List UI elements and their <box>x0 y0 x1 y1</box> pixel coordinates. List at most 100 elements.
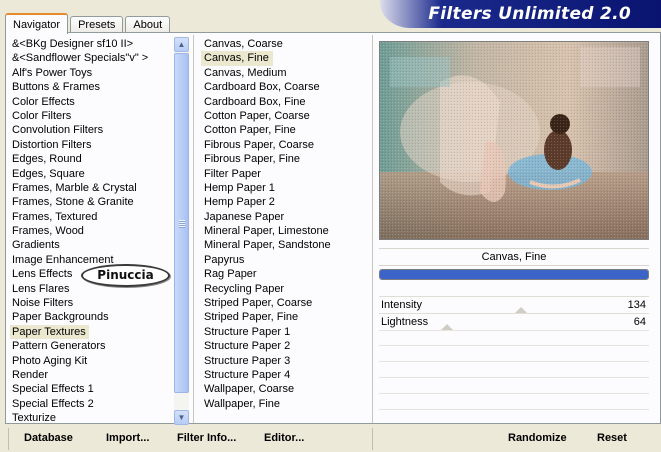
filter-item[interactable]: Filter Paper <box>201 167 366 181</box>
current-filter-name: Canvas, Fine <box>379 248 649 266</box>
filter-label: Striped Paper, Fine <box>204 311 299 324</box>
filter-item[interactable]: Fibrous Paper, Coarse <box>201 138 366 152</box>
param-slider-intensity[interactable]: Intensity 134 <box>379 296 649 313</box>
filter-label: Striped Paper, Coarse <box>204 297 313 310</box>
category-item[interactable]: &<BKg Designer sf10 II> <box>10 37 174 51</box>
category-item[interactable]: Photo Aging Kit <box>10 354 174 368</box>
tab-presets[interactable]: Presets <box>70 16 124 33</box>
filter-item[interactable]: Papyrus <box>201 253 366 267</box>
category-label: Alf's Power Toys <box>12 66 93 79</box>
category-item[interactable]: Color Filters <box>10 109 174 123</box>
category-item[interactable]: Distortion Filters <box>10 138 174 152</box>
category-label: Frames, Textured <box>12 210 98 223</box>
category-item[interactable]: Frames, Stone & Granite <box>10 195 174 209</box>
filter-label: Cardboard Box, Fine <box>204 95 306 108</box>
import-button[interactable]: Import... <box>106 432 149 444</box>
category-item[interactable]: Color Effects <box>10 95 174 109</box>
filter-item[interactable]: Wallpaper, Coarse <box>201 382 366 396</box>
category-item[interactable]: Frames, Wood <box>10 224 174 238</box>
category-item[interactable]: Noise Filters <box>10 296 174 310</box>
scroll-up-button[interactable]: ▲ <box>174 37 189 52</box>
category-label: Edges, Round <box>12 153 82 166</box>
param-slider-empty <box>379 377 649 394</box>
filter-item[interactable]: Structure Paper 1 <box>201 325 366 339</box>
category-label: Gradients <box>12 239 60 252</box>
filter-item[interactable]: Canvas, Medium <box>201 66 366 80</box>
category-item[interactable]: Frames, Marble & Crystal <box>10 181 174 195</box>
filter-item[interactable]: Striped Paper, Fine <box>201 310 366 324</box>
filter-item[interactable]: Recycling Paper <box>201 282 366 296</box>
database-button[interactable]: Database <box>24 432 73 444</box>
category-label: Special Effects 2 <box>12 397 94 410</box>
filter-label: Wallpaper, Coarse <box>204 383 295 396</box>
category-list[interactable]: &<BKg Designer sf10 II> &<Sandflower Spec… <box>10 37 174 425</box>
app-banner: Filters Unlimited 2.0 <box>380 0 661 28</box>
filter-info-button[interactable]: Filter Info... <box>177 432 236 444</box>
filter-label: Papyrus <box>204 253 245 266</box>
category-item[interactable]: Special Effects 2 <box>10 397 174 411</box>
filter-item[interactable]: Structure Paper 2 <box>201 339 366 353</box>
filter-item[interactable]: Rag Paper <box>201 267 366 281</box>
filter-item[interactable]: Canvas, Fine <box>201 51 366 66</box>
filter-item[interactable]: Canvas, Coarse <box>201 37 366 51</box>
reset-button[interactable]: Reset <box>597 432 627 444</box>
category-item[interactable]: &<Sandflower Specials"v" > <box>10 51 174 65</box>
filter-item[interactable]: Striped Paper, Coarse <box>201 296 366 310</box>
filter-list[interactable]: Canvas, Coarse Canvas, Fine Canvas, Medium… <box>201 37 366 425</box>
tab-navigator[interactable]: Navigator <box>5 13 69 34</box>
filter-label: Fibrous Paper, Coarse <box>204 138 315 151</box>
category-label: &<Sandflower Specials"v" > <box>12 52 149 65</box>
filter-label: Fibrous Paper, Fine <box>204 153 300 166</box>
param-slider-empty <box>379 345 649 362</box>
category-label: Pattern Generators <box>12 340 106 353</box>
filter-item[interactable]: Mineral Paper, Sandstone <box>201 238 366 252</box>
category-item[interactable]: Frames, Textured <box>10 210 174 224</box>
category-scrollbar[interactable]: ▲ ▼ <box>174 37 189 425</box>
category-item[interactable]: Edges, Square <box>10 167 174 181</box>
category-item[interactable]: Edges, Round <box>10 152 174 166</box>
editor-button[interactable]: Editor... <box>264 432 304 444</box>
filter-label: Structure Paper 2 <box>204 340 291 353</box>
divider <box>193 35 194 423</box>
scroll-down-button[interactable]: ▼ <box>174 410 189 425</box>
category-label: Distortion Filters <box>12 138 92 151</box>
category-item[interactable]: Buttons & Frames <box>10 80 174 94</box>
param-slider-lightness[interactable]: Lightness 64 <box>379 313 649 330</box>
filter-item[interactable]: Mineral Paper, Limestone <box>201 224 366 238</box>
filter-item[interactable]: Hemp Paper 2 <box>201 195 366 209</box>
category-label: Convolution Filters <box>12 124 104 137</box>
filter-label: Mineral Paper, Limestone <box>204 225 329 238</box>
category-item[interactable]: Pattern Generators <box>10 339 174 353</box>
filter-item[interactable]: Hemp Paper 1 <box>201 181 366 195</box>
filter-item[interactable]: Structure Paper 3 <box>201 354 366 368</box>
filter-item[interactable]: Cotton Paper, Coarse <box>201 109 366 123</box>
tab-about[interactable]: About <box>125 16 171 33</box>
category-item[interactable]: Convolution Filters <box>10 123 174 137</box>
progress-bar <box>379 269 649 280</box>
filter-label: Cardboard Box, Coarse <box>204 81 320 94</box>
category-item[interactable]: Paper Backgrounds <box>10 310 174 324</box>
filter-item[interactable]: Fibrous Paper, Fine <box>201 152 366 166</box>
category-label: Frames, Wood <box>12 225 84 238</box>
filter-item[interactable]: Structure Paper 4 <box>201 368 366 382</box>
randomize-button[interactable]: Randomize <box>508 432 567 444</box>
category-item[interactable]: Alf's Power Toys <box>10 66 174 80</box>
filter-item[interactable]: Cardboard Box, Fine <box>201 95 366 109</box>
param-value: 64 <box>633 316 646 328</box>
category-label: Frames, Marble & Crystal <box>12 181 137 194</box>
scroll-thumb[interactable] <box>174 53 189 393</box>
filter-label: Structure Paper 1 <box>204 325 291 338</box>
category-item[interactable]: Render <box>10 368 174 382</box>
filter-item[interactable]: Cotton Paper, Fine <box>201 123 366 137</box>
category-item[interactable]: Gradients <box>10 238 174 252</box>
category-label: Color Filters <box>12 109 72 122</box>
filter-item[interactable]: Wallpaper, Fine <box>201 397 366 411</box>
category-item[interactable]: Special Effects 1 <box>10 382 174 396</box>
filter-label: Mineral Paper, Sandstone <box>204 239 331 252</box>
app-title: Filters Unlimited 2.0 <box>428 4 631 24</box>
divider <box>372 35 373 423</box>
filter-item[interactable]: Japanese Paper <box>201 210 366 224</box>
filter-label: Structure Paper 4 <box>204 368 291 381</box>
filter-item[interactable]: Cardboard Box, Coarse <box>201 80 366 94</box>
category-item[interactable]: Paper Textures <box>10 324 174 340</box>
